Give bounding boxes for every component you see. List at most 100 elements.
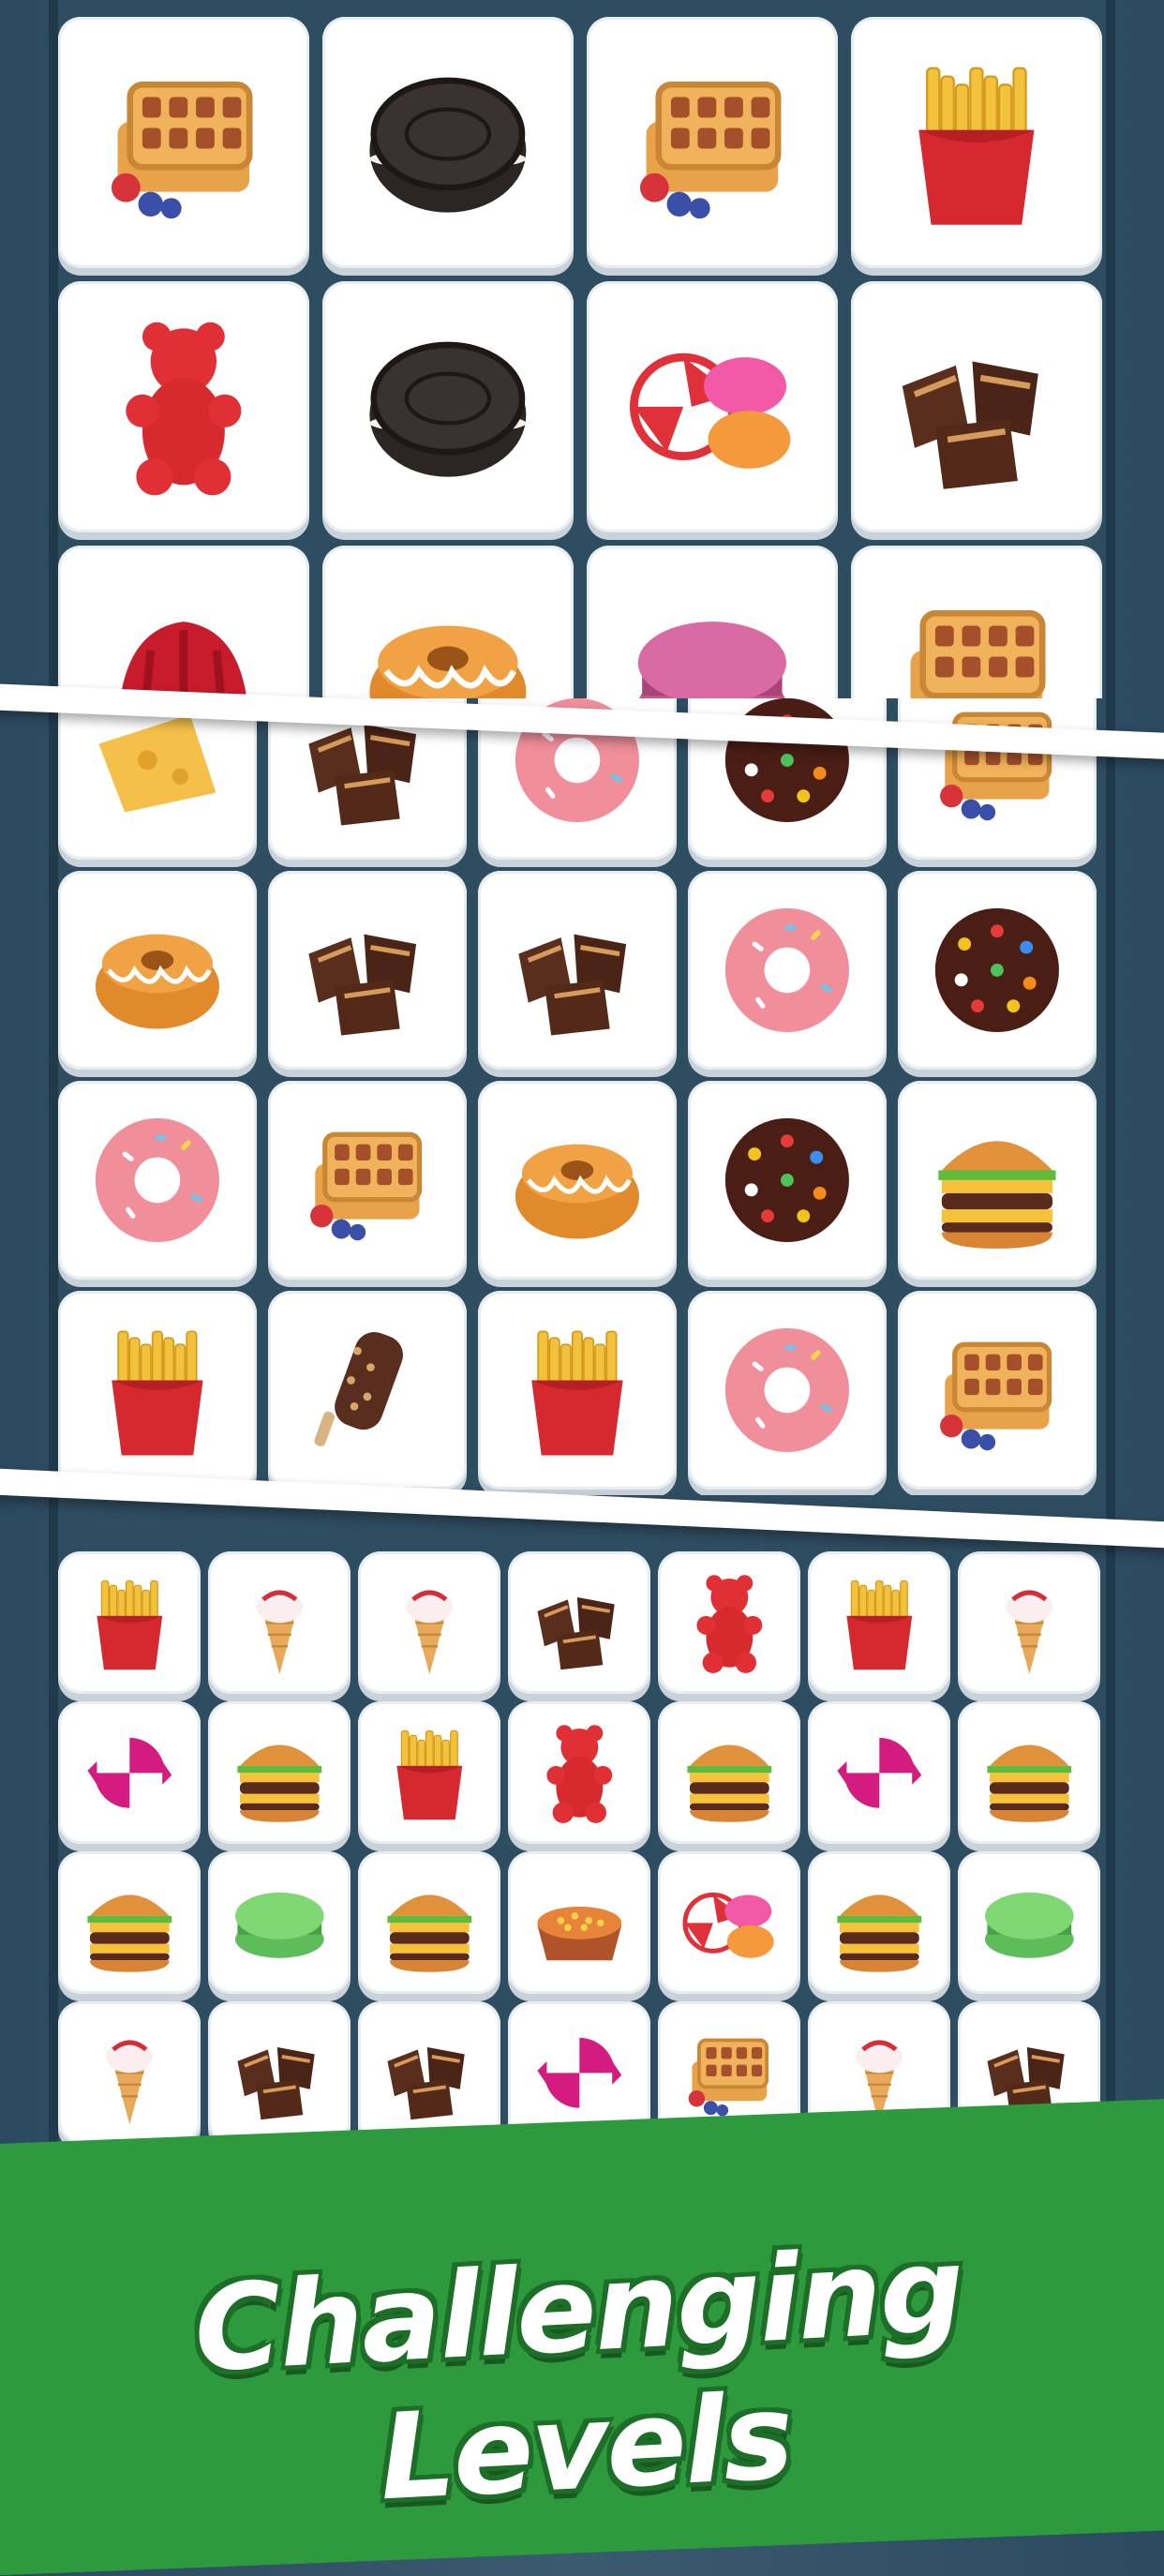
fries-icon	[851, 17, 1102, 268]
brownie-icon	[268, 871, 467, 1070]
tile-swirl-candy[interactable]	[808, 1701, 950, 1844]
brownie-icon	[208, 2001, 351, 2144]
tile-waffle[interactable]	[58, 17, 309, 268]
tile-brownie[interactable]	[478, 871, 677, 1070]
tile-ice-cream-cone[interactable]	[208, 1551, 351, 1694]
pie-icon	[508, 1851, 650, 1994]
tile-burger[interactable]	[208, 1701, 351, 1844]
tile-grid	[58, 17, 1102, 698]
tile-swirl-candy[interactable]	[58, 1701, 201, 1844]
tile-fries[interactable]	[851, 17, 1102, 268]
swirl-candy-icon	[808, 1701, 950, 1844]
fries-icon	[58, 1551, 201, 1694]
tile-burger[interactable]	[808, 1851, 950, 1994]
board-panel-3	[0, 1495, 1164, 2208]
gummy-bear-icon	[58, 281, 309, 532]
tile-candy[interactable]	[587, 281, 838, 532]
tile-macaron-green[interactable]	[208, 1851, 351, 1994]
bundt-cake-icon	[322, 546, 574, 698]
tile-burger[interactable]	[898, 1081, 1097, 1280]
bundt-cake-icon	[478, 1081, 677, 1280]
tile-fries[interactable]	[478, 1291, 677, 1490]
burger-icon	[898, 1081, 1097, 1280]
waffle-icon	[898, 1291, 1097, 1490]
tile-gummy-bear[interactable]	[508, 1701, 650, 1844]
tile-burger[interactable]	[658, 1701, 800, 1844]
tile-brownie[interactable]	[208, 2001, 351, 2144]
tile-waffle[interactable]	[851, 546, 1102, 698]
tile-cookie[interactable]	[322, 281, 574, 532]
ice-cream-cone-icon	[208, 1551, 351, 1694]
tile-pie[interactable]	[508, 1851, 650, 1994]
tile-choc-ball[interactable]	[688, 1081, 887, 1280]
macaron-green-icon	[208, 1851, 351, 1994]
macaron-pink-icon	[587, 546, 838, 698]
tile-ice-cream-cone[interactable]	[958, 1551, 1100, 1694]
tile-cookie[interactable]	[322, 17, 574, 268]
ice-cream-cone-icon	[58, 2001, 201, 2144]
tile-macaron-green[interactable]	[958, 1851, 1100, 1994]
donut-pink-icon	[688, 871, 887, 1070]
board-panel-2	[0, 698, 1164, 1495]
choc-ball-icon	[898, 871, 1097, 1070]
tile-waffle[interactable]	[898, 1291, 1097, 1490]
tile-brownie[interactable]	[358, 2001, 500, 2144]
tile-cheese[interactable]	[58, 698, 257, 860]
tile-ice-cream-bar[interactable]	[268, 1291, 467, 1490]
tile-gummy-bear[interactable]	[658, 1551, 800, 1694]
waffle-icon	[268, 1081, 467, 1280]
tile-ice-cream-cone[interactable]	[358, 1551, 500, 1694]
tile-waffle[interactable]	[268, 1081, 467, 1280]
tile-waffle[interactable]	[587, 17, 838, 268]
ice-cream-cone-icon	[958, 1551, 1100, 1694]
brownie-icon	[358, 2001, 500, 2144]
tile-burger[interactable]	[358, 1851, 500, 1994]
burger-icon	[208, 1701, 351, 1844]
burger-icon	[358, 1851, 500, 1994]
macaron-green-icon	[958, 1851, 1100, 1994]
tile-burger[interactable]	[58, 1851, 201, 1994]
tile-ice-cream-cone[interactable]	[58, 2001, 201, 2144]
candy-icon	[587, 281, 838, 532]
tile-bundt-cake[interactable]	[58, 871, 257, 1070]
fries-icon	[478, 1291, 677, 1490]
donut-pink-icon	[688, 1291, 887, 1490]
burger-icon	[958, 1701, 1100, 1844]
tile-brownie[interactable]	[508, 1551, 650, 1694]
tile-bundt-cake[interactable]	[322, 546, 574, 698]
burger-icon	[808, 1851, 950, 1994]
tile-brownie[interactable]	[851, 281, 1102, 532]
tile-bundt-cake[interactable]	[478, 1081, 677, 1280]
tile-candy[interactable]	[658, 1851, 800, 1994]
tile-donut-pink[interactable]	[688, 871, 887, 1070]
tile-burger[interactable]	[958, 1701, 1100, 1844]
burger-icon	[58, 1851, 201, 1994]
waffle-icon	[58, 17, 309, 268]
cookie-icon	[322, 17, 574, 268]
tile-brownie[interactable]	[268, 871, 467, 1070]
tile-fries[interactable]	[58, 1551, 201, 1694]
fries-icon	[808, 1551, 950, 1694]
tile-donut-pink[interactable]	[688, 1291, 887, 1490]
donut-pink-icon	[58, 1081, 257, 1280]
choc-ball-icon	[688, 1081, 887, 1280]
brownie-icon	[508, 1551, 650, 1694]
candy-icon	[658, 1851, 800, 1994]
tile-fries[interactable]	[358, 1701, 500, 1844]
waffle-icon	[851, 546, 1102, 698]
tile-gummy-bear[interactable]	[58, 281, 309, 532]
brownie-icon	[478, 871, 677, 1070]
swirl-candy-icon	[58, 1701, 201, 1844]
tile-grid	[58, 698, 1097, 1495]
board-panel-1	[0, 0, 1164, 698]
gummy-bear-icon	[658, 1551, 800, 1694]
tile-jelly[interactable]	[58, 546, 309, 698]
tile-choc-ball[interactable]	[898, 871, 1097, 1070]
tile-fries[interactable]	[808, 1551, 950, 1694]
ice-cream-bar-icon	[268, 1291, 467, 1490]
tile-donut-pink[interactable]	[58, 1081, 257, 1280]
bundt-cake-icon	[58, 871, 257, 1070]
tile-macaron-pink[interactable]	[587, 546, 838, 698]
tile-fries[interactable]	[58, 1291, 257, 1490]
fries-icon	[358, 1701, 500, 1844]
